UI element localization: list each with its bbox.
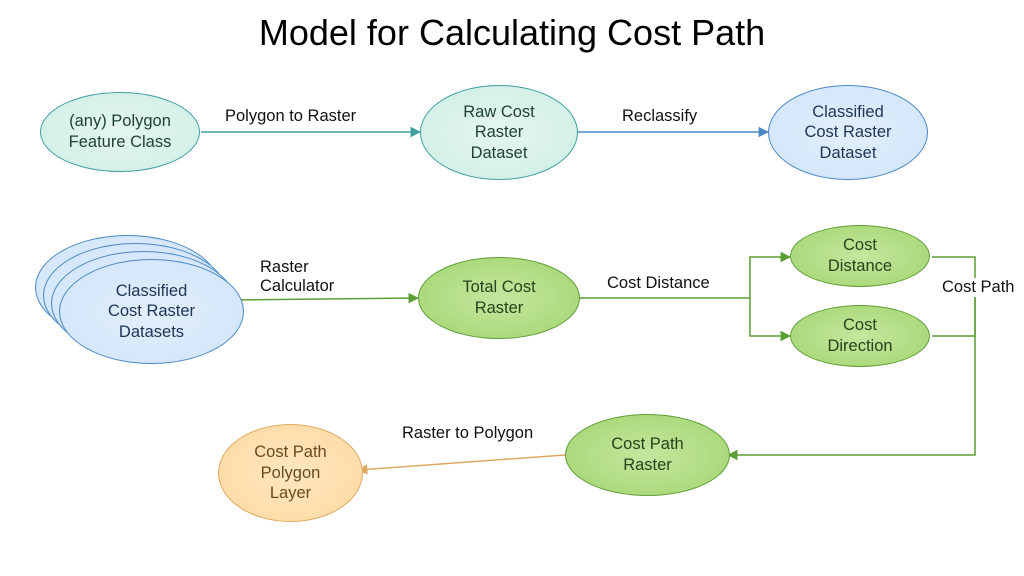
node-label: ClassifiedCost RasterDatasets xyxy=(102,281,201,343)
edge-label-polygon-to-raster: Polygon to Raster xyxy=(223,107,358,126)
node-label: ClassifiedCost RasterDataset xyxy=(798,102,897,164)
node-cost-direction: CostDirection xyxy=(790,305,930,367)
node-classified-cost-raster: ClassifiedCost RasterDataset xyxy=(768,85,928,180)
node-label: Raw CostRasterDataset xyxy=(457,102,541,164)
edge-label-cost-path: Cost Path xyxy=(940,278,1016,297)
node-label: Cost PathPolygonLayer xyxy=(248,442,332,504)
node-raw-cost-raster: Raw CostRasterDataset xyxy=(420,85,578,180)
node-label: CostDistance xyxy=(822,235,898,276)
edge-label-raster-calculator: RasterCalculator xyxy=(258,258,336,296)
node-polygon-feature-class: (any) PolygonFeature Class xyxy=(40,92,200,172)
edge-label-raster-to-polygon: Raster to Polygon xyxy=(400,424,535,443)
node-cost-path-polygon-layer: Cost PathPolygonLayer xyxy=(218,424,363,522)
node-classified-cost-rasters-stack: ClassifiedCost RasterDatasets xyxy=(59,259,244,364)
node-cost-path-raster: Cost PathRaster xyxy=(565,414,730,496)
node-total-cost-raster: Total CostRaster xyxy=(418,257,580,339)
node-cost-distance: CostDistance xyxy=(790,225,930,287)
node-label: Total CostRaster xyxy=(456,277,541,318)
node-label: (any) PolygonFeature Class xyxy=(63,111,178,152)
node-label: Cost PathRaster xyxy=(605,434,689,475)
edge-label-cost-distance: Cost Distance xyxy=(605,274,712,293)
node-label: CostDirection xyxy=(821,315,898,356)
edge-label-reclassify: Reclassify xyxy=(620,107,699,126)
